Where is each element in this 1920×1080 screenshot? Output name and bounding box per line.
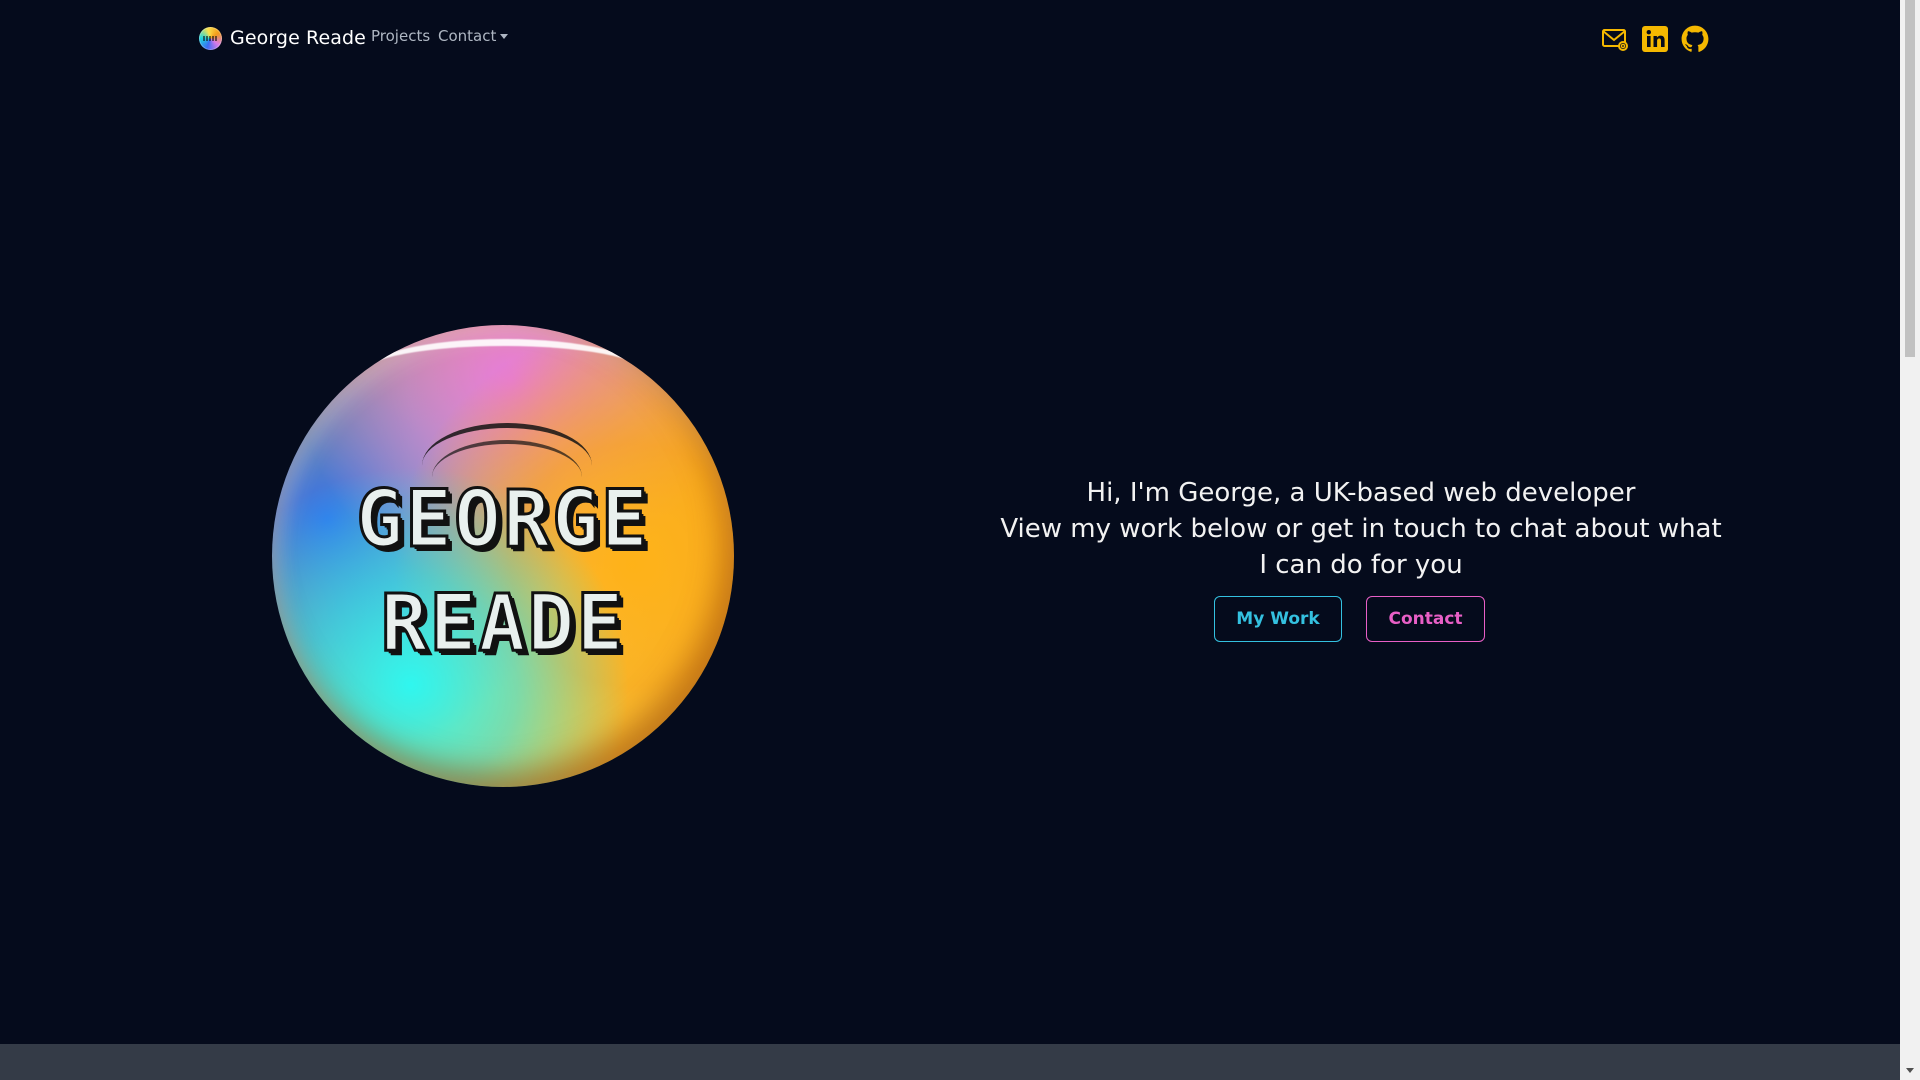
nav-contact-dropdown[interactable]: Contact xyxy=(438,27,509,45)
hero-line-2: View my work below or get in touch to ch… xyxy=(1000,514,1722,544)
navbar: George Reade Projects Contact xyxy=(0,0,1900,74)
caret-down-icon xyxy=(500,34,509,39)
nav-projects-link[interactable]: Projects xyxy=(371,27,430,45)
hero-line-1: Hi, I'm George, a UK-based web developer xyxy=(1086,478,1636,508)
linkedin-icon[interactable] xyxy=(1641,25,1669,53)
orb-title-line2: READE xyxy=(379,578,626,671)
orb-title-line1: GEORGE xyxy=(355,474,650,567)
brand-link[interactable]: George Reade xyxy=(199,22,366,54)
brand-logo-icon xyxy=(199,26,222,50)
page: George Reade Projects Contact GEORGE REA… xyxy=(0,0,1920,1080)
scrollbar-thumb[interactable] xyxy=(1905,0,1915,357)
orb-highlight xyxy=(364,339,644,406)
orb-background: GEORGE READE xyxy=(272,325,734,787)
next-section-band xyxy=(0,1044,1900,1080)
brand-name: George Reade xyxy=(230,27,366,49)
mail-icon[interactable] xyxy=(1601,25,1629,53)
my-work-button[interactable]: My Work xyxy=(1214,596,1342,642)
scroll-down-arrow-icon[interactable] xyxy=(1906,1068,1914,1073)
vertical-scrollbar[interactable] xyxy=(1900,0,1920,1080)
hero-line-3: I can do for you xyxy=(1259,550,1463,580)
contact-button[interactable]: Contact xyxy=(1366,596,1485,642)
nav-contact-label: Contact xyxy=(438,27,497,45)
hero-intro: Hi, I'm George, a UK-based web developer… xyxy=(1000,475,1722,583)
github-icon[interactable] xyxy=(1681,25,1709,53)
hero-logo-orb: GEORGE READE xyxy=(272,325,734,787)
